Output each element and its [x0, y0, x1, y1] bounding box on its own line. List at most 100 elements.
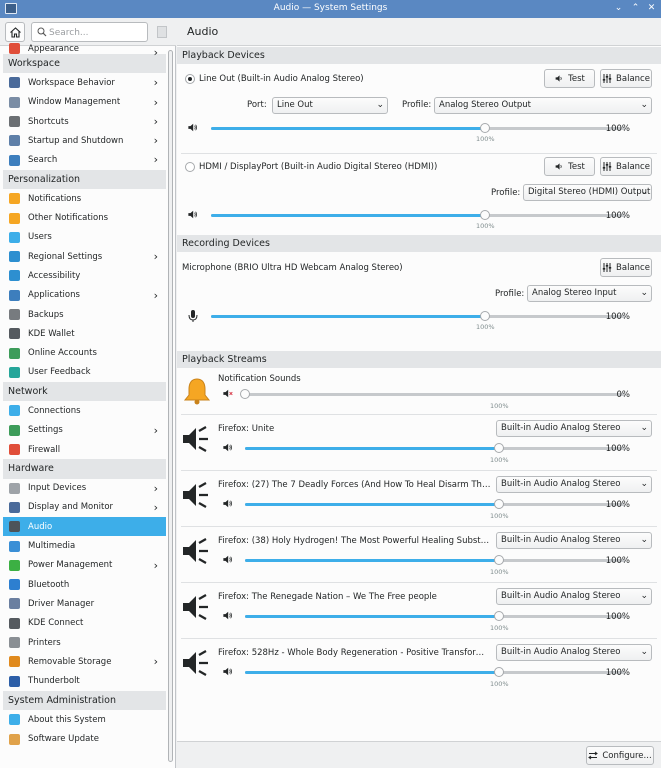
stream-5-volume-value: 100%	[605, 668, 630, 678]
sidebar-item-input-devices[interactable]: Input Devices ›	[3, 479, 166, 498]
stream-3-volume-slider[interactable]	[245, 555, 625, 565]
stream-1-volume-slider[interactable]	[245, 443, 625, 453]
speaker-icon[interactable]	[187, 122, 198, 133]
speaker-icon[interactable]	[222, 442, 233, 453]
slider-handle[interactable]	[480, 210, 490, 220]
slider-handle[interactable]	[480, 311, 490, 321]
slider-handle[interactable]	[494, 499, 504, 509]
microphone-icon[interactable]	[187, 309, 199, 323]
speaker-icon[interactable]	[222, 498, 233, 509]
kde-connect-icon	[9, 617, 20, 629]
sidebar-item-display-and-monitor[interactable]: Display and Monitor ›	[3, 498, 166, 517]
sidebar-scrollbar-thumb[interactable]	[168, 50, 173, 762]
stream-device-combo[interactable]: Built-in Audio Analog Stereo ⌄	[496, 588, 652, 605]
sidebar-item-software-update[interactable]: Software Update	[3, 729, 166, 748]
speaker-icon[interactable]	[222, 610, 233, 621]
sidebar-item-kde-wallet[interactable]: KDE Wallet	[3, 324, 166, 343]
sidebar-item-applications[interactable]: Applications ›	[3, 286, 166, 305]
maximize-icon[interactable]: ⌃	[629, 2, 642, 15]
slider-handle[interactable]	[494, 667, 504, 677]
speaker-muted-icon[interactable]	[222, 388, 233, 399]
close-icon[interactable]: ✕	[645, 2, 658, 15]
hdmi-test-button[interactable]: Test	[544, 157, 595, 176]
line-out-volume-slider[interactable]	[211, 123, 625, 133]
sidebar-item-startup-and-shutdown[interactable]: Startup and Shutdown ›	[3, 131, 166, 150]
stream-5-volume-slider[interactable]	[245, 667, 625, 677]
document-icon[interactable]	[157, 26, 167, 38]
search-input[interactable]	[49, 25, 145, 40]
separator	[181, 153, 657, 154]
stream-2-volume-slider[interactable]	[245, 499, 625, 509]
sidebar-item-firewall[interactable]: Firewall	[3, 440, 166, 459]
search-field[interactable]	[31, 22, 148, 42]
notification-sounds-volume-slider[interactable]	[240, 389, 625, 399]
line-out-profile-combo[interactable]: Analog Stereo Output ⌄	[434, 97, 652, 114]
balance-icon	[602, 74, 612, 83]
sidebar-item-regional-settings[interactable]: Regional Settings ›	[3, 247, 166, 266]
stream-device-combo[interactable]: Built-in Audio Analog Stereo ⌄	[496, 476, 652, 493]
slider-handle[interactable]	[494, 443, 504, 453]
sidebar-item-other-notifications[interactable]: Other Notifications	[3, 208, 166, 227]
sidebar-item-removable-storage[interactable]: Removable Storage ›	[3, 652, 166, 671]
sidebar-item-label: Firewall	[28, 444, 61, 455]
sidebar-item-bluetooth[interactable]: Bluetooth	[3, 575, 166, 594]
sidebar-item-accessibility[interactable]: Accessibility	[3, 266, 166, 285]
sidebar-item-user-feedback[interactable]: User Feedback	[3, 363, 166, 382]
speaker-icon[interactable]	[222, 554, 233, 565]
configure-button[interactable]: Configure...	[586, 746, 654, 765]
separator	[181, 638, 657, 639]
port-combo[interactable]: Line Out ⌄	[272, 97, 388, 114]
sidebar-item-audio[interactable]: Audio	[3, 517, 166, 537]
sidebar-item-backups[interactable]: Backups	[3, 305, 166, 324]
chevron-down-icon: ⌄	[640, 288, 648, 298]
sidebar-scrollbar[interactable]	[167, 46, 174, 766]
title-bar[interactable]: Audio — System Settings ⌄ ⌃ ✕	[0, 0, 661, 18]
sidebar-item-settings[interactable]: Settings ›	[3, 421, 166, 440]
sidebar-item-users[interactable]: Users	[3, 228, 166, 247]
sidebar-item-online-accounts[interactable]: Online Accounts	[3, 343, 166, 362]
microphone-balance-button[interactable]: Balance	[600, 258, 652, 277]
stream-device-combo[interactable]: Built-in Audio Analog Stereo ⌄	[496, 420, 652, 437]
sidebar-item-window-management[interactable]: Window Management ›	[3, 93, 166, 112]
line-out-test-button[interactable]: Test	[544, 69, 595, 88]
line-out-radio[interactable]	[185, 74, 195, 84]
sidebar-toolbar	[0, 18, 176, 46]
stream-device-combo[interactable]: Built-in Audio Analog Stereo ⌄	[496, 532, 652, 549]
sidebar-item-label: Settings	[28, 425, 63, 436]
about-this-system-icon	[9, 714, 20, 726]
speaker-icon[interactable]	[187, 209, 198, 220]
line-out-balance-button[interactable]: Balance	[600, 69, 652, 88]
slider-handle[interactable]	[494, 611, 504, 621]
sidebar-item-workspace-behavior[interactable]: Workspace Behavior ›	[3, 73, 166, 92]
sidebar-item-kde-connect[interactable]: KDE Connect	[3, 614, 166, 633]
speaker-icon[interactable]	[222, 666, 233, 677]
appearance-icon	[9, 43, 20, 54]
sidebar-item-notifications[interactable]: Notifications	[3, 189, 166, 208]
sidebar-item-connections[interactable]: Connections	[3, 401, 166, 420]
stream-4-volume-slider[interactable]	[245, 611, 625, 621]
hdmi-balance-button[interactable]: Balance	[600, 157, 652, 176]
slider-handle[interactable]	[494, 555, 504, 565]
microphone-volume-slider[interactable]	[211, 311, 625, 321]
sidebar-item-label: KDE Wallet	[28, 328, 75, 339]
hdmi-profile-combo[interactable]: Digital Stereo (HDMI) Output ⌄	[523, 184, 652, 201]
sidebar-item-printers[interactable]: Printers	[3, 633, 166, 652]
hdmi-radio[interactable]	[185, 162, 195, 172]
sidebar-item-search[interactable]: Search ›	[3, 150, 166, 169]
slider-handle[interactable]	[480, 123, 490, 133]
sidebar-item-shortcuts[interactable]: Shortcuts ›	[3, 112, 166, 131]
sidebar-item-multimedia[interactable]: Multimedia	[3, 536, 166, 555]
sidebar-item-driver-manager[interactable]: Driver Manager	[3, 594, 166, 613]
chevron-down-icon: ⌄	[640, 423, 648, 433]
microphone-profile-combo[interactable]: Analog Stereo Input ⌄	[527, 285, 652, 302]
home-button[interactable]	[5, 22, 25, 42]
stream-device-combo[interactable]: Built-in Audio Analog Stereo ⌄	[496, 644, 652, 661]
balance-icon	[602, 162, 612, 171]
sidebar-item-thunderbolt[interactable]: Thunderbolt	[3, 672, 166, 691]
sidebar-item-appearance[interactable]: Appearance ›	[3, 43, 166, 59]
slider-handle[interactable]	[240, 389, 250, 399]
sidebar-item-power-management[interactable]: Power Management ›	[3, 556, 166, 575]
minimize-icon[interactable]: ⌄	[612, 2, 625, 15]
sidebar-item-about-this-system[interactable]: About this System	[3, 710, 166, 729]
hdmi-volume-slider[interactable]	[211, 210, 625, 220]
